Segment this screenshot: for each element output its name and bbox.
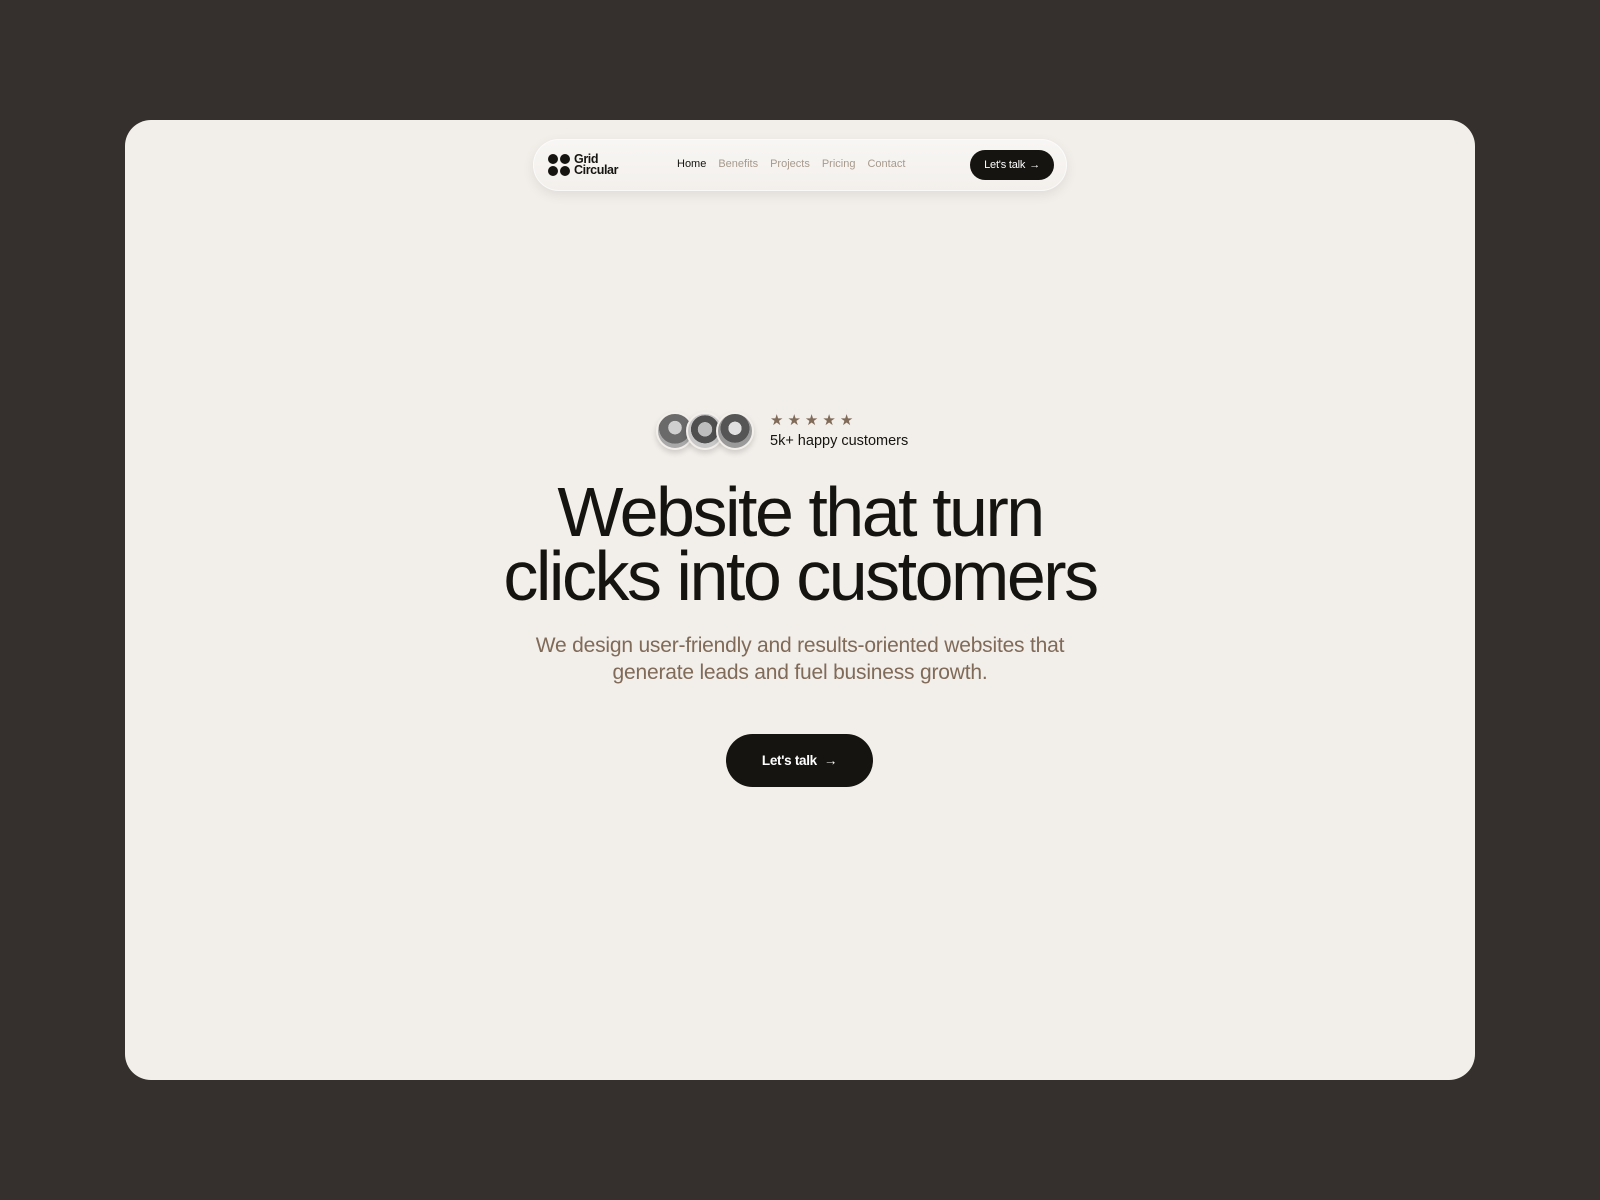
hero-card: Grid Circular Home Benefits Projects Pri…: [125, 120, 1475, 1080]
nav-link-benefits[interactable]: Benefits: [718, 158, 758, 170]
nav-lets-talk-button[interactable]: Let's talk →: [970, 150, 1054, 180]
social-proof: ★ ★ ★ ★ ★ 5k+ happy customers: [656, 412, 908, 450]
nav-links: Home Benefits Projects Pricing Contact: [677, 158, 905, 170]
grid-circular-logo-icon: [547, 153, 571, 177]
hero-lets-talk-button[interactable]: Let's talk →: [726, 734, 873, 787]
logo[interactable]: Grid Circular: [547, 153, 618, 177]
rating-stars: ★ ★ ★ ★ ★: [770, 413, 908, 428]
navbar: Grid Circular Home Benefits Projects Pri…: [533, 139, 1067, 191]
customers-count: 5k+ happy customers: [770, 433, 909, 449]
star-icon: ★: [839, 412, 854, 429]
star-icon: ★: [822, 412, 836, 429]
nav-link-contact[interactable]: Contact: [867, 158, 905, 170]
nav-link-pricing[interactable]: Pricing: [822, 158, 856, 170]
nav-button-label: Let's talk: [984, 159, 1026, 171]
avatar-group: [656, 412, 754, 450]
star-icon: ★: [787, 412, 801, 429]
hero-subtitle: We design user-friendly and results-orie…: [535, 634, 1065, 684]
star-icon: ★: [770, 412, 784, 429]
cta-label: Let's talk: [761, 753, 817, 768]
nav-link-home[interactable]: Home: [677, 158, 706, 170]
logo-text: Grid Circular: [574, 152, 619, 177]
nav-link-projects[interactable]: Projects: [770, 158, 810, 170]
arrow-right-icon: →: [823, 753, 838, 768]
arrow-right-icon: →: [1029, 159, 1040, 171]
hero-headline: Website that turn clicks into customers: [503, 473, 1099, 615]
star-icon: ★: [804, 412, 819, 429]
avatar: [716, 412, 754, 450]
